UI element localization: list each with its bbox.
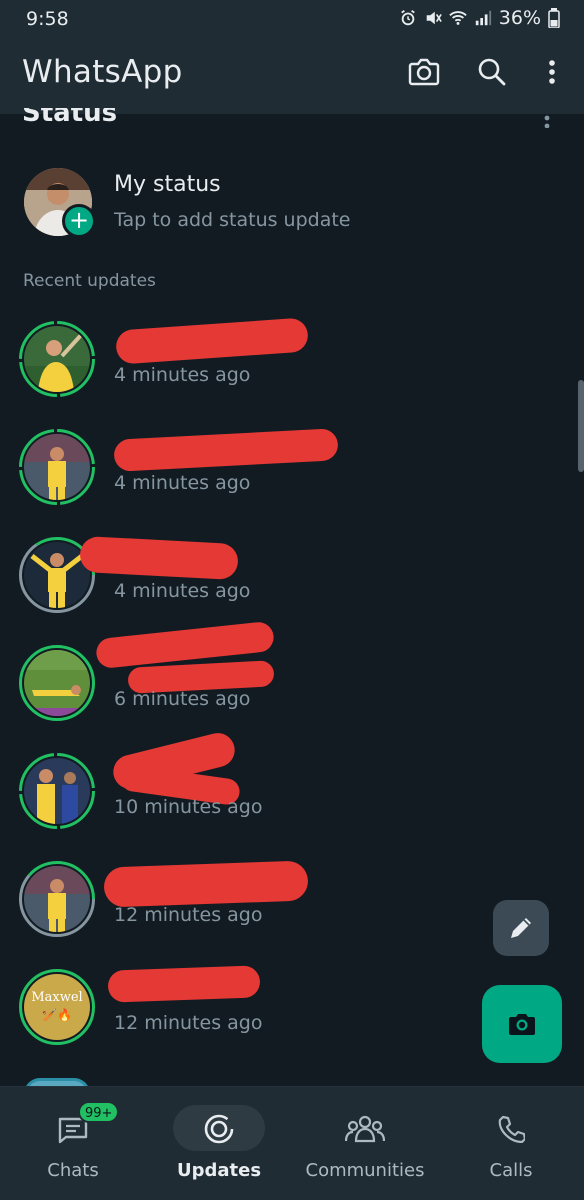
battery-percent: 36% [498,7,541,29]
recent-updates-label: Recent updates [23,271,156,291]
status-update-row[interactable]: 6 minutes ago [0,620,584,744]
tab-label: Updates [176,1160,262,1181]
more-vert-icon [549,60,555,84]
camera-button[interactable] [406,54,442,90]
status-ring [18,320,96,398]
tab-calls[interactable]: Calls [438,1087,584,1200]
status-update-row[interactable]: 10 minutes ago [0,729,584,852]
status-thumbnail [24,326,90,392]
status-icons: 36% [399,7,560,29]
pencil-icon [511,918,531,938]
wifi-icon [449,11,467,25]
status-ring: Maxwel 🏏🔥 [18,968,96,1046]
tab-communities[interactable]: Communities [292,1087,438,1200]
status-time: 4 minutes ago [114,364,251,386]
camera-icon [509,1014,535,1035]
status-thumbnail [24,758,90,824]
redacted-name [115,317,309,365]
redacted-name [113,428,339,472]
status-thumbnail [24,434,90,500]
updates-icon [199,1109,239,1149]
scrollbar[interactable] [578,380,584,472]
add-status-badge[interactable]: + [62,204,96,238]
clock: 9:58 [26,8,69,30]
redacted-name [107,965,261,1003]
status-thumbnail [24,866,90,932]
status-time: 10 minutes ago [114,796,263,818]
alarm-icon [400,10,415,26]
section-title-status: Status [22,108,118,128]
redacted-name [79,535,239,581]
status-thumbnail [24,650,90,716]
text-status-button[interactable] [493,900,549,956]
tab-chats[interactable]: 99+ Chats [0,1087,146,1200]
app-title: WhatsApp [22,54,183,90]
battery-icon [548,8,560,28]
status-ring [18,644,96,722]
text-status-line: Maxwel [31,990,83,1005]
search-icon [478,58,506,86]
camera-status-button[interactable] [482,985,562,1063]
status-thumbnail: Maxwel 🏏🔥 [24,974,90,1040]
status-update-row[interactable]: 4 minutes ago [0,535,584,636]
text-status-emoji: 🏏🔥 [42,1008,72,1022]
bottom-navigation: 99+ Chats Updates Communities Calls [0,1086,584,1200]
tab-label: Calls [489,1160,533,1181]
my-status-subtitle: Tap to add status update [114,209,351,231]
my-status-row[interactable]: + My status Tap to add status update [0,160,584,246]
system-status-bar: 9:58 36% [0,0,584,40]
status-time: 12 minutes ago [114,1012,263,1034]
camera-icon [408,58,440,86]
status-time: 4 minutes ago [114,580,251,602]
tab-updates[interactable]: Updates [146,1087,292,1200]
status-update-row[interactable]: 4 minutes ago [0,317,584,420]
tab-label: Chats [47,1160,99,1181]
status-time: 6 minutes ago [114,688,251,710]
my-status-name: My status [114,172,221,197]
status-time: 12 minutes ago [114,904,263,926]
calls-icon [491,1109,531,1149]
signal-icon [475,10,491,26]
redacted-name [103,860,309,908]
search-button[interactable] [474,54,510,90]
tab-label: Communities [305,1160,425,1181]
more-options-button[interactable] [534,54,570,90]
plus-icon: + [68,206,90,234]
status-time: 4 minutes ago [114,472,251,494]
status-ring [18,752,96,830]
status-ring [18,428,96,506]
mute-icon [426,11,442,25]
communities-icon [345,1109,385,1149]
status-more-icon[interactable] [544,110,550,128]
status-ring [18,860,96,938]
unread-badge: 99+ [78,1101,120,1123]
status-update-row[interactable]: 4 minutes ago [0,428,584,528]
app-bar: WhatsApp [0,40,584,114]
